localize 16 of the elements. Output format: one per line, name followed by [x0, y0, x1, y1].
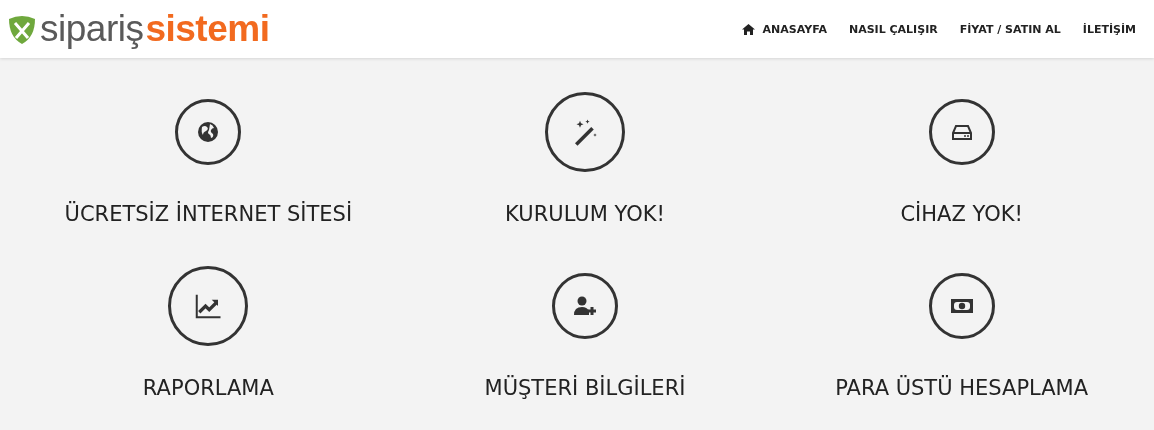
feature-title: MÜŞTERİ BİLGİLERİ: [484, 376, 686, 400]
feature-title: ÜCRETSİZ İNTERNET SİTESİ: [64, 202, 353, 226]
nav-link[interactable]: ANASAYFA: [741, 22, 827, 36]
nav-link[interactable]: İLETİŞİM: [1082, 22, 1136, 36]
feature-title: CİHAZ YOK!: [900, 202, 1023, 226]
feature-title: RAPORLAMA: [142, 376, 274, 400]
shield-logo-icon: [6, 13, 38, 45]
nav-link[interactable]: NASIL ÇALIŞIR: [848, 22, 938, 36]
logo-text: sipariş: [40, 8, 144, 50]
nav-link[interactable]: FİYAT / SATIN AL: [959, 22, 1061, 36]
logo-text: sistemi: [145, 8, 270, 50]
feature-title: KURULUM YOK!: [505, 202, 665, 226]
home-icon: [741, 23, 755, 35]
globe-icon: [196, 120, 221, 144]
add-user-icon: [573, 294, 597, 318]
feature-title: PARA ÜSTÜ HESAPLAMA: [835, 376, 1089, 400]
